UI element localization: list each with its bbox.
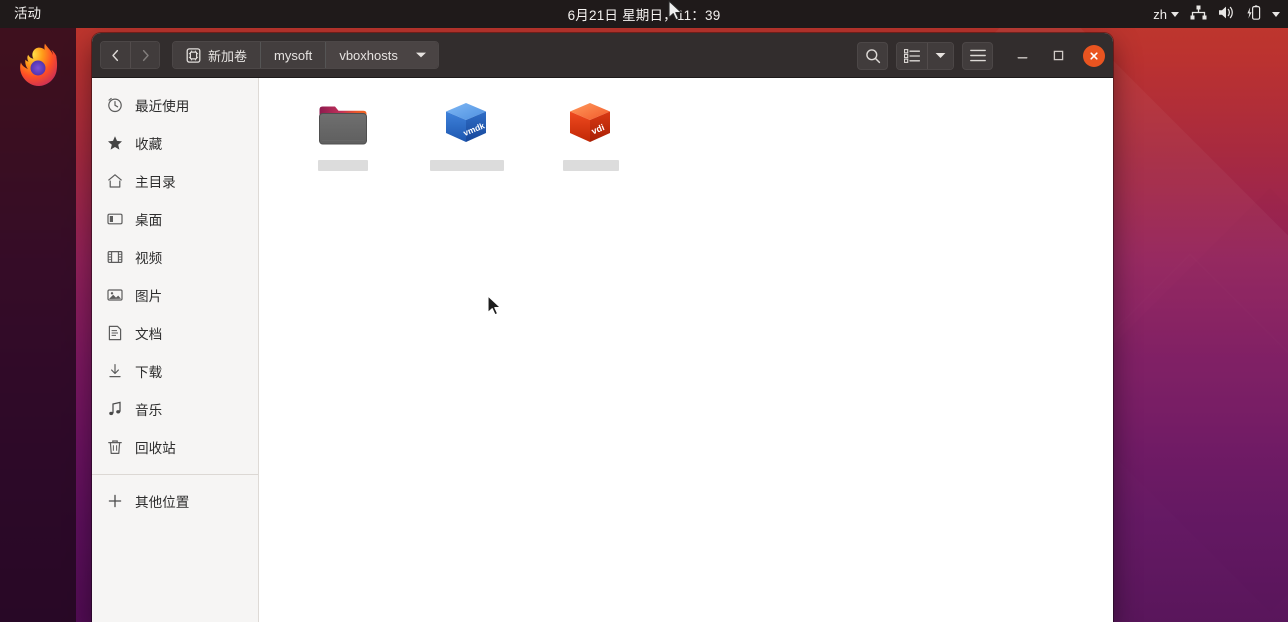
document-icon: [106, 325, 123, 342]
firefox-icon: [14, 43, 62, 91]
sidebar-label-downloads: 下载: [135, 365, 163, 380]
sidebar-item-music[interactable]: 音乐: [92, 390, 258, 428]
sidebar-label-other-locations: 其他位置: [135, 495, 190, 510]
clock-datetime[interactable]: 6月21日 星期日，11：39: [0, 4, 1288, 24]
navigation-buttons: [100, 41, 160, 69]
sidebar-item-other-locations[interactable]: 其他位置: [92, 482, 258, 520]
sidebar-divider: [92, 474, 258, 475]
back-button[interactable]: [101, 42, 130, 68]
system-menu-chevron-icon[interactable]: [1272, 11, 1280, 17]
file-label-vmdk: [430, 160, 504, 171]
breadcrumb-item-vboxhosts[interactable]: vboxhosts: [325, 42, 411, 68]
desktop-icon: [106, 211, 123, 228]
headerbar-left-group: 新加卷 mysoft vboxhosts: [100, 41, 439, 69]
image-icon: [106, 287, 123, 304]
file-label-vdi: [563, 160, 619, 171]
forward-button[interactable]: [130, 42, 159, 68]
file-item-vmdk[interactable]: vmdk: [405, 94, 529, 171]
main-menu-button[interactable]: [962, 41, 993, 70]
music-icon: [106, 401, 123, 418]
file-list-view[interactable]: vmdk vdi: [259, 78, 1113, 622]
cube-red-icon: vdi: [563, 96, 619, 148]
ubuntu-dock: [0, 28, 76, 622]
sidebar-item-documents[interactable]: 文档: [92, 314, 258, 352]
sidebar-item-videos[interactable]: 视频: [92, 238, 258, 276]
sidebar-label-recent: 最近使用: [135, 99, 190, 114]
sidebar-item-trash[interactable]: 回收站: [92, 428, 258, 466]
sidebar-item-home[interactable]: 主目录: [92, 162, 258, 200]
sidebar-label-home: 主目录: [135, 175, 176, 190]
file-item-folder[interactable]: [281, 94, 405, 171]
cube-blue-icon: vmdk: [439, 96, 495, 148]
window-controls: [1011, 44, 1105, 67]
file-item-vdi[interactable]: vdi: [529, 94, 653, 171]
trash-icon: [106, 439, 123, 456]
plus-icon: [106, 493, 123, 510]
headerbar-right-group: [857, 33, 1105, 78]
breadcrumb-label-mysoft: mysoft: [274, 47, 313, 63]
sidebar-label-documents: 文档: [135, 327, 163, 342]
sidebar-label-music: 音乐: [135, 403, 163, 418]
search-button[interactable]: [857, 41, 888, 70]
network-icon[interactable]: [1190, 5, 1207, 23]
volume-icon[interactable]: [1218, 5, 1235, 23]
language-indicator[interactable]: zh: [1153, 7, 1179, 22]
language-label: zh: [1153, 6, 1167, 22]
download-icon: [106, 363, 123, 380]
mouse-cursor: [487, 295, 503, 322]
close-button[interactable]: [1083, 44, 1105, 67]
gnome-top-bar: 活动 6月21日 星期日，11：39 zh: [0, 0, 1288, 28]
sidebar-label-starred: 收藏: [135, 137, 163, 152]
places-sidebar: 最近使用 收藏 主目录 桌面 视频 图片 文档 下载 音乐 回收站 其他位置: [92, 78, 259, 622]
sidebar-label-videos: 视频: [135, 251, 163, 266]
breadcrumb-item-volume[interactable]: 新加卷: [173, 42, 261, 68]
folder-icon: [315, 96, 371, 148]
breadcrumb-dropdown-button[interactable]: [410, 42, 438, 68]
sidebar-item-downloads[interactable]: 下载: [92, 352, 258, 390]
window-body: 最近使用 收藏 主目录 桌面 视频 图片 文档 下载 音乐 回收站 其他位置 v…: [92, 78, 1113, 622]
sidebar-label-trash: 回收站: [135, 441, 176, 456]
maximize-button[interactable]: [1047, 45, 1069, 67]
list-view-button[interactable]: [897, 42, 927, 69]
dock-app-firefox[interactable]: [0, 36, 76, 98]
sidebar-item-recent[interactable]: 最近使用: [92, 86, 258, 124]
star-icon: [106, 135, 123, 152]
breadcrumb-label-volume: 新加卷: [208, 48, 248, 64]
breadcrumb-label-vboxhosts: vboxhosts: [339, 47, 398, 63]
clock-icon: [106, 97, 123, 114]
battery-icon[interactable]: [1246, 4, 1261, 24]
file-manager-window: 新加卷 mysoft vboxhosts 最近使用 收藏 主目录 桌面 视频 图…: [92, 33, 1113, 622]
sidebar-item-pictures[interactable]: 图片: [92, 276, 258, 314]
home-icon: [106, 173, 123, 190]
breadcrumb: 新加卷 mysoft vboxhosts: [172, 41, 439, 69]
mouse-cursor-ghost: [668, 0, 684, 27]
drive-icon: [186, 47, 201, 63]
icon-grid: vmdk vdi: [281, 94, 1113, 171]
sidebar-label-pictures: 图片: [135, 289, 163, 304]
system-tray: zh: [1153, 0, 1280, 28]
sidebar-label-desktop: 桌面: [135, 213, 163, 228]
view-mode-split-button: [896, 41, 954, 70]
window-headerbar: 新加卷 mysoft vboxhosts: [92, 33, 1113, 78]
film-icon: [106, 249, 123, 266]
view-options-dropdown-button[interactable]: [927, 42, 953, 69]
sidebar-item-starred[interactable]: 收藏: [92, 124, 258, 162]
breadcrumb-item-mysoft[interactable]: mysoft: [260, 42, 326, 68]
minimize-button[interactable]: [1011, 45, 1033, 67]
chevron-down-icon: [1171, 11, 1179, 17]
file-label-folder: [318, 160, 368, 171]
sidebar-item-desktop[interactable]: 桌面: [92, 200, 258, 238]
